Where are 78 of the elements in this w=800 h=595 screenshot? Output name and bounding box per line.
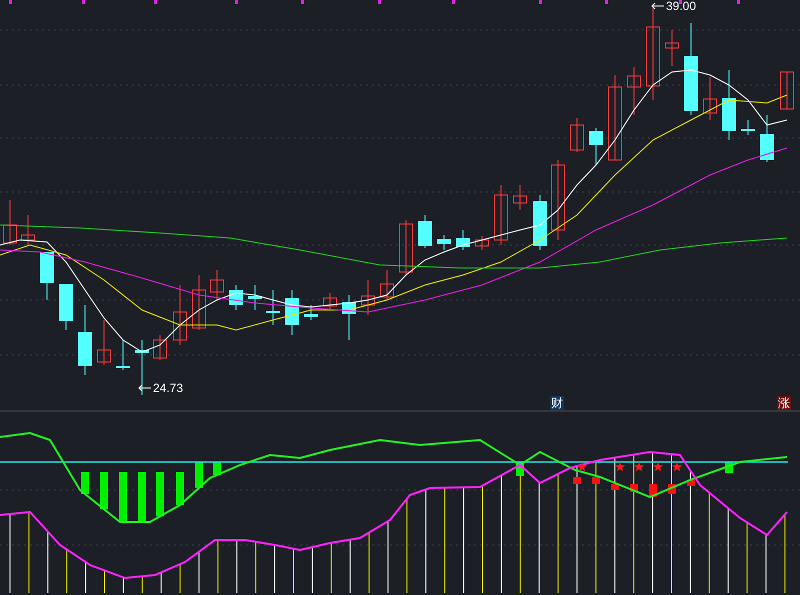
candlestick — [665, 30, 679, 66]
indicator-bar-line — [180, 564, 181, 594]
indicator-bar-line — [274, 544, 276, 594]
indicator-bar — [592, 477, 600, 484]
candlestick — [192, 274, 206, 330]
indicator-bar — [119, 472, 127, 522]
candlestick — [380, 270, 394, 300]
indicator-bar-line — [293, 548, 294, 594]
star-icon — [672, 462, 682, 472]
candlestick — [475, 236, 489, 250]
candlestick — [323, 292, 337, 310]
candlestick — [135, 340, 149, 396]
candlestick — [116, 340, 130, 370]
candlestick — [304, 304, 318, 320]
indicator-bar-line — [350, 539, 351, 594]
candlestick — [589, 128, 603, 166]
candlestick — [703, 76, 717, 120]
indicator-bar-line — [255, 541, 256, 594]
indicator-bar — [573, 477, 581, 484]
candlestick — [21, 214, 35, 246]
indicator-bar — [81, 472, 89, 494]
candlestick — [533, 194, 547, 250]
candlestick — [361, 280, 375, 316]
candlestick — [780, 72, 794, 110]
indicator-bar-line — [66, 548, 68, 594]
indicator-bar — [138, 472, 146, 522]
indicator-bar — [611, 484, 619, 490]
candlestick — [59, 284, 73, 330]
candlestick — [3, 200, 17, 246]
indicator-bar-line — [312, 546, 313, 594]
candlestick — [229, 284, 243, 310]
indicator-bar-line — [104, 570, 105, 594]
low-price-label: 24.73 — [153, 382, 184, 394]
arrow-icon — [651, 2, 665, 10]
indicator-bar — [156, 472, 164, 516]
indicator-bar-line — [217, 540, 218, 594]
candlestick — [513, 184, 527, 210]
candlestick — [741, 120, 755, 136]
indicator-bar-line — [236, 540, 238, 594]
candlestick — [248, 284, 262, 310]
candlestick — [173, 284, 187, 346]
candlestick — [627, 66, 641, 116]
star-icon — [634, 462, 644, 472]
candlestick — [494, 184, 508, 246]
event-badge[interactable]: 涨 — [777, 396, 791, 410]
candlestick — [456, 230, 470, 250]
candlestick — [570, 118, 584, 152]
candlestick — [399, 220, 413, 276]
indicator-bar — [100, 472, 108, 510]
candlestick — [722, 70, 736, 140]
indicator-bar-line — [142, 576, 143, 594]
indicator-bar-line — [198, 551, 200, 594]
indicator-bar — [195, 462, 203, 488]
indicator-bar-line — [47, 531, 48, 594]
candlestick — [342, 294, 356, 340]
indicator-bar — [176, 472, 184, 505]
indicator-bar-line — [330, 542, 332, 594]
star-icon — [652, 462, 664, 472]
candlestick — [760, 114, 774, 162]
indicator-bar-line — [85, 562, 86, 594]
candlestick — [285, 290, 299, 336]
indicator-bar-line — [746, 522, 748, 594]
candlestick — [437, 234, 451, 250]
candlestick — [97, 320, 111, 366]
candlestick — [78, 304, 92, 376]
star-icon — [614, 462, 626, 472]
indicator-bar-line — [122, 576, 124, 594]
candlestick — [418, 214, 432, 248]
candlestick — [40, 252, 54, 300]
high-price-label: 39.00 — [666, 0, 696, 12]
candlestick — [266, 290, 280, 326]
event-badge[interactable]: 财 — [550, 396, 564, 410]
indicator-bar-line — [160, 572, 162, 594]
arrow-icon — [138, 384, 152, 392]
candlestick — [210, 270, 224, 300]
indicator-bar-line — [368, 532, 370, 594]
candlestick — [153, 334, 167, 360]
star-icon — [576, 462, 588, 472]
